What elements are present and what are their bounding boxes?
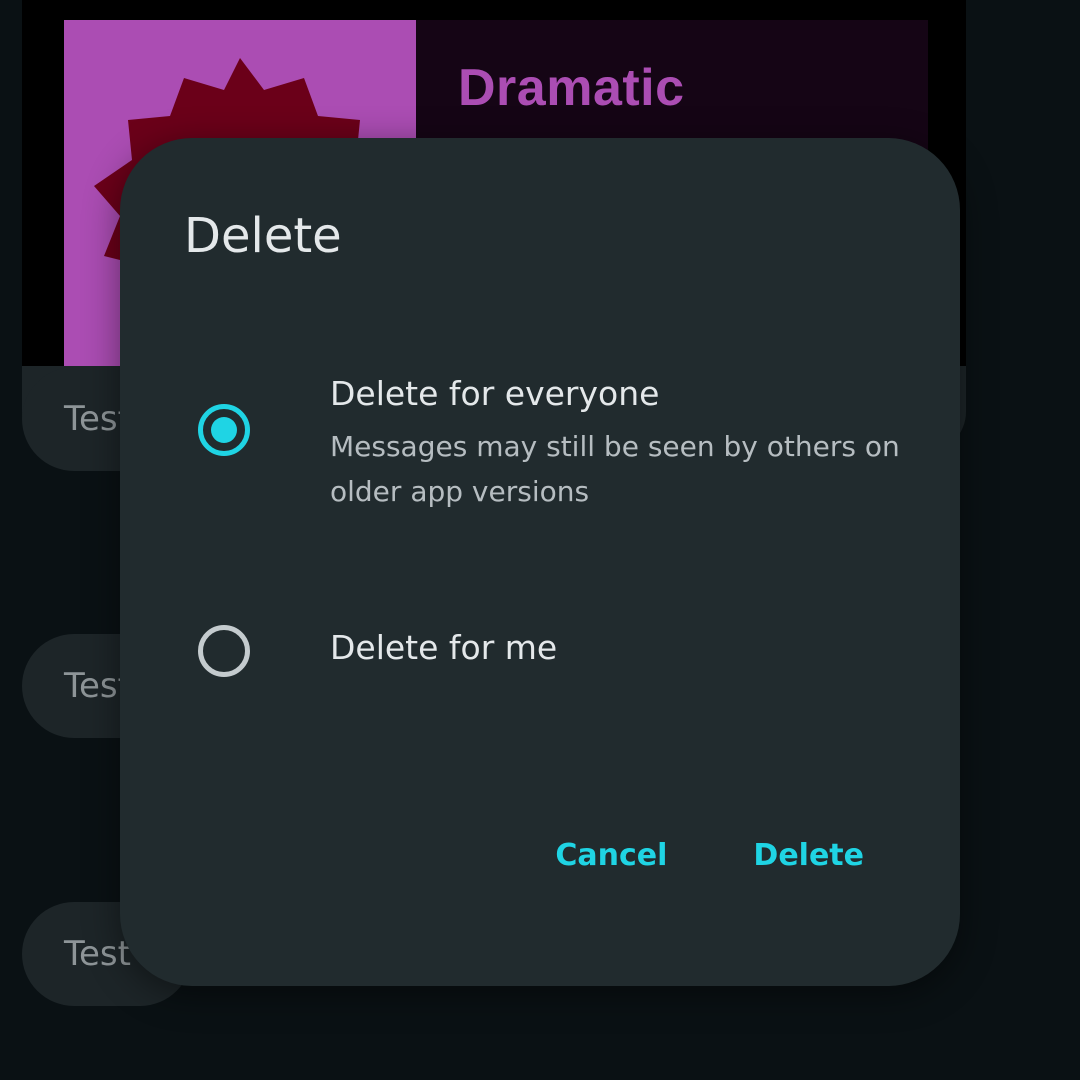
radio-checked-icon[interactable] <box>198 404 250 456</box>
sticker-title: Dramatic <box>458 59 685 117</box>
chat-bubble-text: Test <box>64 934 131 974</box>
radio-unchecked-icon[interactable] <box>198 625 250 677</box>
delete-for-me-option[interactable]: Delete for me <box>120 608 960 698</box>
option-description: Messages may still be seen by others on … <box>330 430 900 508</box>
delete-button[interactable]: Delete <box>753 838 864 873</box>
delete-for-everyone-option[interactable]: Delete for everyone Messages may still b… <box>120 358 960 518</box>
option-label: Delete for me <box>330 628 558 667</box>
option-label: Delete for everyone <box>330 374 660 413</box>
cancel-button[interactable]: Cancel <box>555 838 667 873</box>
dialog-title: Delete <box>184 208 342 264</box>
chat-screen: Dramatic Test Test Test Delete Delete fo… <box>0 0 1080 1080</box>
delete-dialog: Delete Delete for everyone Messages may … <box>120 138 960 986</box>
dialog-actions: Cancel Delete <box>555 838 864 873</box>
